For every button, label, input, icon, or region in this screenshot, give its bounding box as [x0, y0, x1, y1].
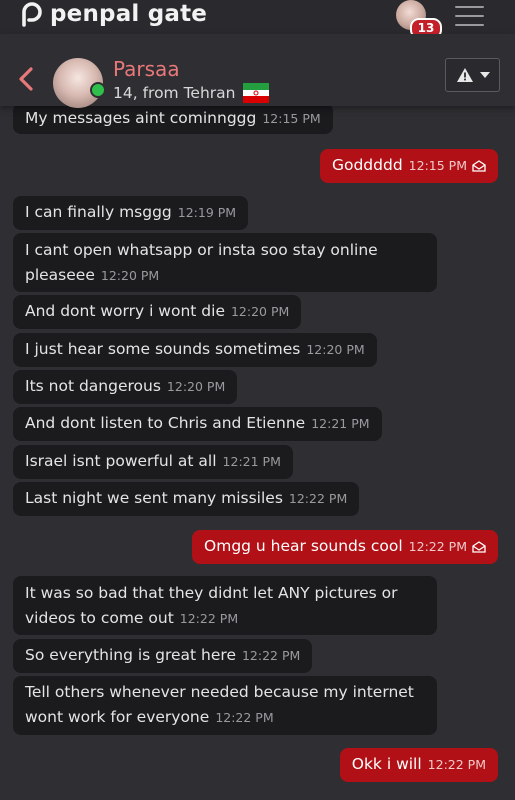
penpal-logo-icon — [22, 2, 42, 27]
conversation-header: Parsaa 14, from Tehran — [0, 34, 515, 108]
warning-icon — [456, 68, 473, 82]
message-incoming: Last night we sent many missiles 12:22 PM — [13, 482, 360, 516]
message-text: So everything is great here — [25, 646, 236, 664]
message-outgoing: Okk i will 12:22 PM — [339, 748, 498, 782]
iran-flag-icon — [243, 83, 270, 103]
message-text: And dont worry i wont die — [25, 302, 225, 320]
message-text: Goddddd — [331, 156, 403, 174]
message-time: 12:21 PM — [222, 454, 281, 469]
message-incoming: So everything is great here 12:22 PM — [13, 639, 313, 673]
message-text: I cant open whatsapp or insta soo stay o… — [25, 241, 378, 284]
profile-subtitle: 14, from Tehran — [113, 83, 270, 103]
message-outgoing: Omgg u hear sounds cool 12:22 PM — [192, 530, 498, 564]
message-text: Its not dangerous — [25, 377, 161, 395]
message-time: 12:19 PM — [177, 205, 237, 220]
back-chevron-icon[interactable] — [16, 66, 38, 92]
message-incoming: Its not dangerous 12:20 PM — [13, 370, 238, 404]
message-time: 12:22 PM — [179, 611, 239, 626]
message-incoming: It was so bad that they didnt let ANY pi… — [13, 576, 437, 635]
message-time: 12:22 PM — [427, 757, 486, 772]
message-incoming: And dont listen to Chris and Etienne 12:2… — [13, 407, 382, 441]
message-text: I can finally msggg — [25, 203, 172, 221]
message-text: And dont listen to Chris and Etienne — [25, 414, 306, 432]
message-text: Omgg u hear sounds cool — [204, 537, 403, 555]
message-time: 12:22 PM — [288, 491, 348, 506]
message-time: 12:22 PM — [241, 648, 301, 663]
message-text: My messages aint cominnggg — [25, 109, 257, 127]
read-receipt-icon — [472, 540, 486, 553]
online-status-indicator — [90, 82, 106, 98]
app-top-bar: penpal gate 13 — [0, 0, 515, 39]
message-incoming: My messages aint cominnggg 12:15 PM — [13, 103, 333, 134]
profile-age-location: 14, from Tehran — [113, 84, 236, 102]
chat-thread: My messages aint cominnggg 12:15 PM Goddd… — [0, 0, 515, 800]
message-incoming: I can finally msggg 12:19 PM — [13, 196, 249, 230]
message-text: Last night we sent many missiles — [25, 489, 283, 507]
message-time: 12:22 PM — [215, 710, 274, 725]
message-time: 12:22 PM — [408, 539, 467, 554]
message-incoming: I just hear some sounds sometimes 12:20 P… — [13, 333, 377, 367]
message-incoming: Tell others whenever needed because my i… — [13, 676, 437, 735]
message-time: 12:20 PM — [166, 379, 226, 394]
message-time: 12:20 PM — [100, 268, 160, 283]
message-text: Okk i will — [351, 755, 422, 773]
message-time: 12:20 PM — [230, 304, 290, 319]
profile-name[interactable]: Parsaa — [113, 57, 180, 81]
message-time: 12:20 PM — [306, 342, 365, 357]
message-text: I just hear some sounds sometimes — [25, 340, 301, 358]
message-time: 12:15 PM — [408, 158, 467, 173]
app-name: penpal gate — [50, 1, 208, 27]
message-time: 12:21 PM — [311, 416, 370, 431]
message-time: 12:15 PM — [262, 111, 321, 126]
app-logo[interactable]: penpal gate — [20, 1, 207, 27]
message-text: Israel isnt powerful at all — [25, 452, 217, 470]
hamburger-menu-icon[interactable] — [455, 6, 484, 28]
message-incoming: Israel isnt powerful at all 12:21 PM — [13, 445, 293, 479]
message-outgoing: Goddddd 12:15 PM — [319, 149, 498, 183]
read-receipt-icon — [472, 159, 486, 172]
message-incoming: And dont worry i wont die 12:20 PM — [13, 295, 302, 329]
report-dropdown-button[interactable] — [445, 58, 500, 92]
caret-down-icon — [479, 72, 490, 78]
message-incoming: I cant open whatsapp or insta soo stay o… — [13, 233, 437, 292]
